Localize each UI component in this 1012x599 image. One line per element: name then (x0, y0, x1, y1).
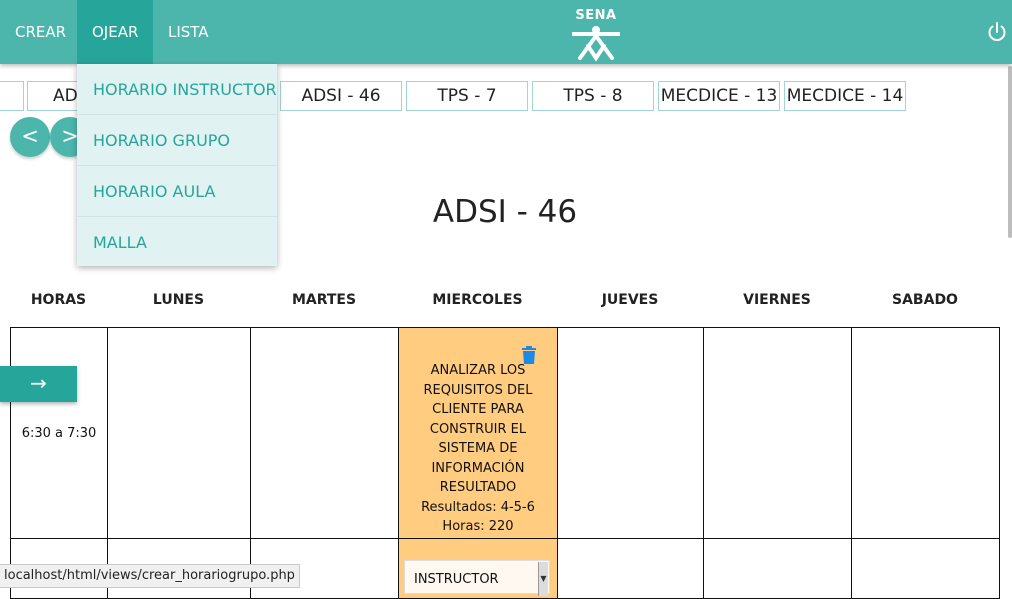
nav-crear[interactable]: CREAR (0, 0, 81, 64)
instructor-select-value: INSTRUCTOR (414, 572, 499, 587)
top-navbar: CREAR OJEAR LISTA SENA (0, 0, 1012, 64)
menu-malla[interactable]: MALLA (77, 217, 277, 266)
status-url: localhost/html/views/crear_horariogrupo.… (0, 564, 300, 588)
header-jueves: JUEVES (601, 292, 659, 308)
group-tab-mecdice-13[interactable]: MECDICE - 13 (658, 81, 780, 111)
group-tab-partial[interactable]: AD (27, 81, 79, 111)
sena-logo: SENA (566, 8, 626, 62)
header-sabado: SABADO (892, 292, 958, 308)
chevron-down-icon[interactable]: ▼ (538, 562, 548, 596)
class-name: ANALIZAR LOS REQUISITOS DEL CLIENTE PARA… (423, 363, 533, 496)
cell-sabado[interactable] (851, 538, 1000, 599)
cell-martes[interactable] (250, 327, 399, 539)
header-lunes: LUNES (152, 292, 205, 308)
header-viernes: VIERNES (743, 292, 811, 308)
table-row: 6:30 a 7:30 ANALIZAR LOS REQUISITOS DEL … (10, 327, 1000, 539)
cell-viernes[interactable] (703, 327, 852, 539)
nav-lista[interactable]: LISTA (153, 0, 224, 64)
cell-lunes[interactable] (107, 327, 251, 539)
power-icon[interactable] (986, 21, 1008, 43)
sena-logo-mark (572, 26, 620, 62)
header-horas: HORAS (30, 292, 87, 308)
schedule-table: 6:30 a 7:30 ANALIZAR LOS REQUISITOS DEL … (10, 327, 1000, 599)
cell-jueves[interactable] (557, 327, 704, 539)
prev-button[interactable]: < (10, 117, 50, 157)
menu-horario-instructor[interactable]: HORARIO INSTRUCTOR (77, 64, 277, 115)
hour-cell: 6:30 a 7:30 (10, 327, 108, 539)
ojear-dropdown: HORARIO INSTRUCTOR HORARIO GRUPO HORARIO… (77, 64, 277, 266)
arrow-right-button[interactable]: → (0, 366, 77, 402)
menu-horario-aula[interactable]: HORARIO AULA (77, 166, 277, 217)
nav-ojear[interactable]: OJEAR (77, 0, 154, 64)
group-tab-tps-8[interactable]: TPS - 8 (532, 81, 654, 111)
cell-sabado[interactable] (851, 327, 1000, 539)
class-cell[interactable]: ANALIZAR LOS REQUISITOS DEL CLIENTE PARA… (398, 327, 558, 539)
hour-label: 6:30 a 7:30 (21, 425, 97, 441)
header-miercoles: MIERCOLES (432, 292, 523, 308)
group-tab-mecdice-14[interactable]: MECDICE - 14 (784, 81, 906, 111)
group-tab-adsi-46[interactable]: ADSI - 46 (280, 81, 402, 111)
menu-horario-grupo[interactable]: HORARIO GRUPO (77, 115, 277, 166)
class-hours: Horas: 220 (442, 519, 514, 535)
class-results: Resultados: 4-5-6 (421, 499, 535, 515)
group-tab-hidden[interactable] (0, 81, 24, 111)
cell-jueves[interactable] (557, 538, 704, 599)
group-tab-tps-7[interactable]: TPS - 7 (406, 81, 528, 111)
class-cell: INSTRUCTOR ▼ (398, 538, 558, 599)
trash-icon[interactable] (521, 346, 537, 364)
header-martes: MARTES (291, 292, 357, 308)
schedule-header-row: HORAS LUNES MARTES MIERCOLES JUEVES VIER… (10, 292, 1000, 312)
cell-viernes[interactable] (703, 538, 852, 599)
